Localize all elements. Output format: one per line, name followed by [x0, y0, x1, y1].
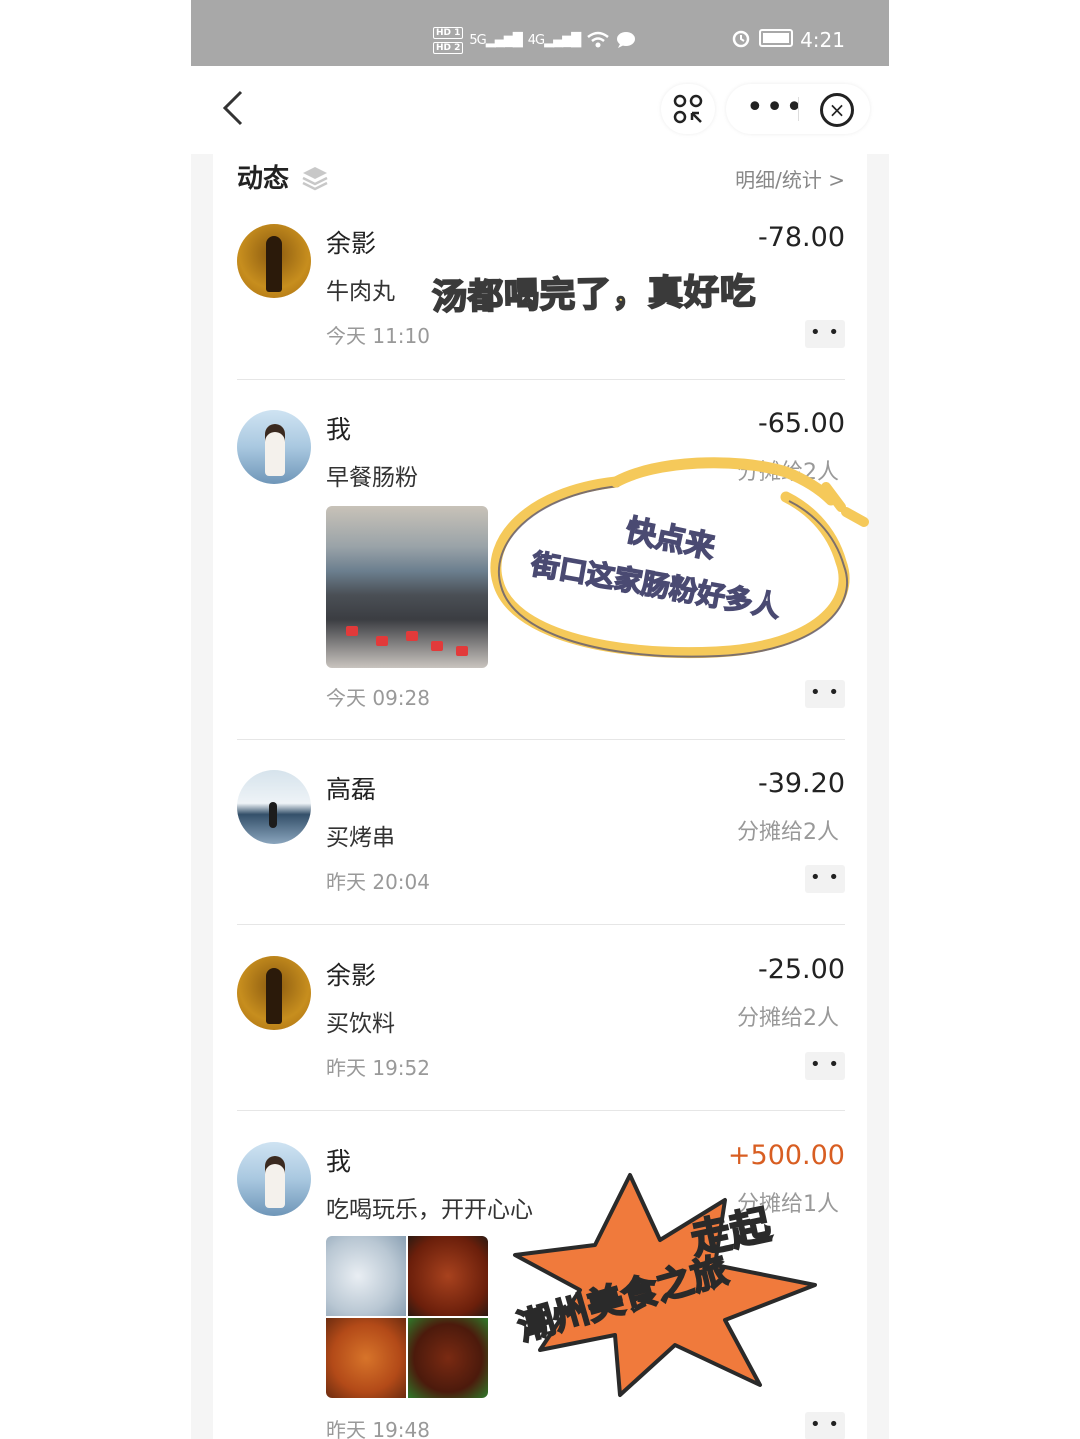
amount: -25.00: [757, 954, 845, 985]
more-dots-button[interactable]: • •: [805, 1412, 845, 1439]
more-icon[interactable]: •••: [746, 90, 805, 125]
divider: [237, 924, 845, 925]
hd-badges: HD 1 HD 2: [433, 26, 464, 54]
avatar[interactable]: [237, 224, 311, 298]
burst-sticker: 走起 潮州美食之旅: [510, 1170, 830, 1404]
avatar[interactable]: [237, 1142, 311, 1216]
list-item[interactable]: 余影 买饮料 昨天 19:52 -25.00 分摊给2人 • •: [237, 954, 845, 1096]
more-dots-button[interactable]: • •: [805, 1052, 845, 1080]
expense-desc: 牛肉丸: [326, 279, 395, 305]
food-photo-4: [408, 1318, 488, 1398]
section-title: 动态: [237, 164, 290, 194]
sticker-text-1: 汤都喝完了，真好吃: [431, 271, 758, 319]
scan-button[interactable]: [661, 84, 715, 134]
list-item[interactable]: 高磊 买烤串 昨天 20:04 -39.20 分摊给2人 • •: [237, 768, 845, 910]
split-info: 分摊给2人: [737, 1006, 839, 1031]
nav-bar: ••• ×: [191, 66, 889, 154]
signal-indicators: HD 1 HD 2 5G▂▄▆█ 4G▂▄▆█: [433, 22, 636, 58]
sig1-label: 5G: [469, 32, 486, 48]
avatar[interactable]: [237, 956, 311, 1030]
chevron-left-icon[interactable]: [221, 88, 245, 135]
food-photo-1: [326, 1236, 406, 1316]
amount: +500.00: [727, 1140, 845, 1171]
divider: [237, 739, 845, 740]
timestamp: 昨天 20:04: [326, 870, 430, 894]
avatar[interactable]: [237, 770, 311, 844]
payer-name: 我: [326, 1147, 352, 1176]
divider: [237, 379, 845, 380]
amount: -39.20: [757, 768, 845, 799]
detail-stats-link[interactable]: 明细/统计 >: [735, 164, 845, 193]
mini-program-capsule: ••• ×: [726, 84, 870, 134]
food-photo-3: [326, 1318, 406, 1398]
food-photo-2: [408, 1236, 488, 1316]
more-dots-button[interactable]: • •: [805, 680, 845, 708]
wifi-icon: [587, 31, 609, 48]
layers-icon: [302, 167, 328, 191]
amount: -65.00: [757, 408, 845, 439]
hd2-badge: HD 2: [433, 41, 464, 54]
timestamp: 昨天 19:52: [326, 1056, 430, 1080]
more-dots-button[interactable]: • •: [805, 320, 845, 348]
divider: [237, 1110, 845, 1111]
expense-photo[interactable]: [326, 1236, 488, 1398]
more-dots-button[interactable]: • •: [805, 865, 845, 893]
clock: 4:21: [800, 28, 845, 52]
sig2-label: 4G: [527, 32, 545, 48]
expense-photo[interactable]: [326, 506, 488, 668]
message-icon: [617, 32, 636, 48]
signal-5g-icon: 5G▂▄▆█: [469, 32, 522, 48]
timestamp: 昨天 19:48: [326, 1418, 430, 1439]
hd1-badge: HD 1: [433, 26, 464, 39]
expense-desc: 吃喝玩乐，开开心心: [326, 1197, 533, 1223]
battery-icon: [759, 29, 793, 47]
payer-name: 高磊: [326, 775, 377, 804]
capsule-divider: [798, 97, 799, 121]
payer-name: 余影: [326, 229, 377, 258]
split-info: 分摊给2人: [737, 820, 839, 845]
amount: -78.00: [757, 222, 845, 253]
close-icon[interactable]: ×: [820, 93, 854, 127]
expense-desc: 早餐肠粉: [326, 465, 418, 491]
scan-icon: [673, 94, 703, 124]
payer-name: 我: [326, 415, 352, 444]
alarm-icon: [732, 30, 750, 48]
status-bar: HD 1 HD 2 5G▂▄▆█ 4G▂▄▆█ 4:21: [191, 0, 889, 66]
status-right: [731, 28, 793, 48]
timestamp: 今天 09:28: [326, 686, 430, 710]
expense-desc: 买烤串: [326, 825, 395, 851]
speech-bubble-sticker: 快点来 街口这家肠粉好多人: [486, 452, 876, 676]
signal-4g-icon: 4G▂▄▆█: [527, 32, 581, 48]
avatar[interactable]: [237, 410, 311, 484]
timestamp: 今天 11:10: [326, 324, 430, 348]
section-header: 动态 明细/统计 >: [237, 156, 845, 204]
expense-desc: 买饮料: [326, 1011, 395, 1037]
payer-name: 余影: [326, 961, 377, 990]
